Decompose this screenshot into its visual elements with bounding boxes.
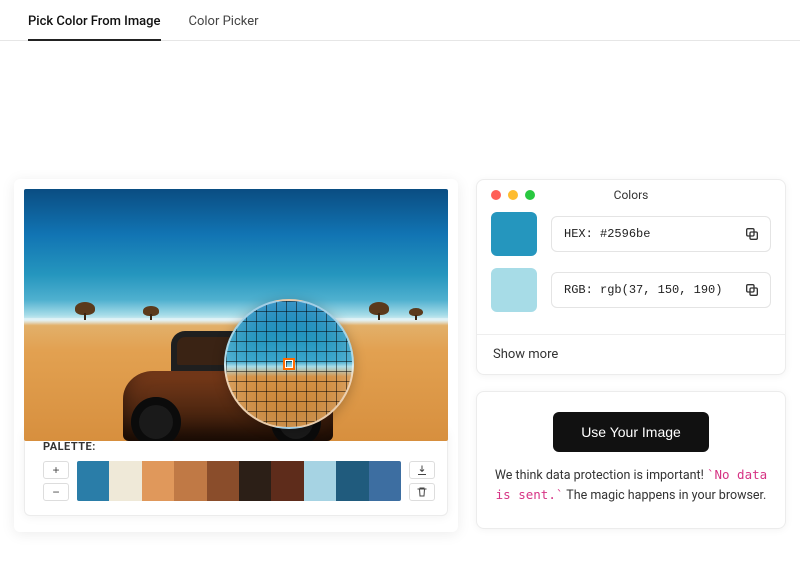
hex-row: HEX: #2596be xyxy=(491,212,771,256)
palette-remove-button[interactable]: − xyxy=(43,483,69,501)
copy-icon[interactable] xyxy=(744,226,760,242)
palette-swatch[interactable] xyxy=(239,461,271,501)
palette-swatch[interactable] xyxy=(304,461,336,501)
colors-panel-title: Colors xyxy=(614,188,649,202)
left-column: PALETTE: + − xyxy=(14,179,458,532)
palette-swatch[interactable] xyxy=(271,461,303,501)
palette-card: PALETTE: + − xyxy=(24,429,448,516)
cta-panel: Use Your Image We think data protection … xyxy=(476,391,786,529)
show-more-button[interactable]: Show more xyxy=(477,334,785,374)
image-preview-card: PALETTE: + − xyxy=(14,179,458,532)
car-illustration xyxy=(123,331,333,441)
palette-swatches[interactable] xyxy=(77,461,401,501)
main-area: PALETTE: + − xyxy=(0,41,800,532)
tab-pick-color-from-image[interactable]: Pick Color From Image xyxy=(28,8,161,41)
palette-swatch[interactable] xyxy=(142,461,174,501)
download-icon xyxy=(416,464,428,476)
image-preview[interactable] xyxy=(24,189,448,441)
palette-download-button[interactable] xyxy=(409,461,435,479)
cta-text: We think data protection is important! `… xyxy=(493,466,769,506)
trash-icon xyxy=(416,486,428,498)
palette-label: PALETTE: xyxy=(43,440,435,453)
hex-swatch[interactable] xyxy=(491,212,537,256)
rgb-swatch[interactable] xyxy=(491,268,537,312)
palette-swatch[interactable] xyxy=(207,461,239,501)
window-controls xyxy=(491,190,535,200)
palette-swatch[interactable] xyxy=(77,461,109,501)
window-maximize-dot[interactable] xyxy=(525,190,535,200)
palette-swatch[interactable] xyxy=(369,461,401,501)
palette-add-button[interactable]: + xyxy=(43,461,69,479)
tabs-bar: Pick Color From Image Color Picker xyxy=(0,0,800,41)
hex-code-box: HEX: #2596be xyxy=(551,216,771,252)
hex-code-text: HEX: #2596be xyxy=(564,227,650,241)
window-minimize-dot[interactable] xyxy=(508,190,518,200)
tab-color-picker[interactable]: Color Picker xyxy=(189,8,259,40)
palette-swatch[interactable] xyxy=(109,461,141,501)
rgb-row: RGB: rgb(37, 150, 190) xyxy=(491,268,771,312)
right-column: Colors HEX: #2596be RGB: rgb(37, 150, 19… xyxy=(476,179,786,532)
palette-delete-button[interactable] xyxy=(409,483,435,501)
rgb-code-box: RGB: rgb(37, 150, 190) xyxy=(551,272,771,308)
use-your-image-button[interactable]: Use Your Image xyxy=(553,412,709,452)
colors-panel: Colors HEX: #2596be RGB: rgb(37, 150, 19… xyxy=(476,179,786,375)
palette-swatch[interactable] xyxy=(174,461,206,501)
rgb-code-text: RGB: rgb(37, 150, 190) xyxy=(564,283,722,297)
window-close-dot[interactable] xyxy=(491,190,501,200)
copy-icon[interactable] xyxy=(744,282,760,298)
palette-swatch[interactable] xyxy=(336,461,368,501)
